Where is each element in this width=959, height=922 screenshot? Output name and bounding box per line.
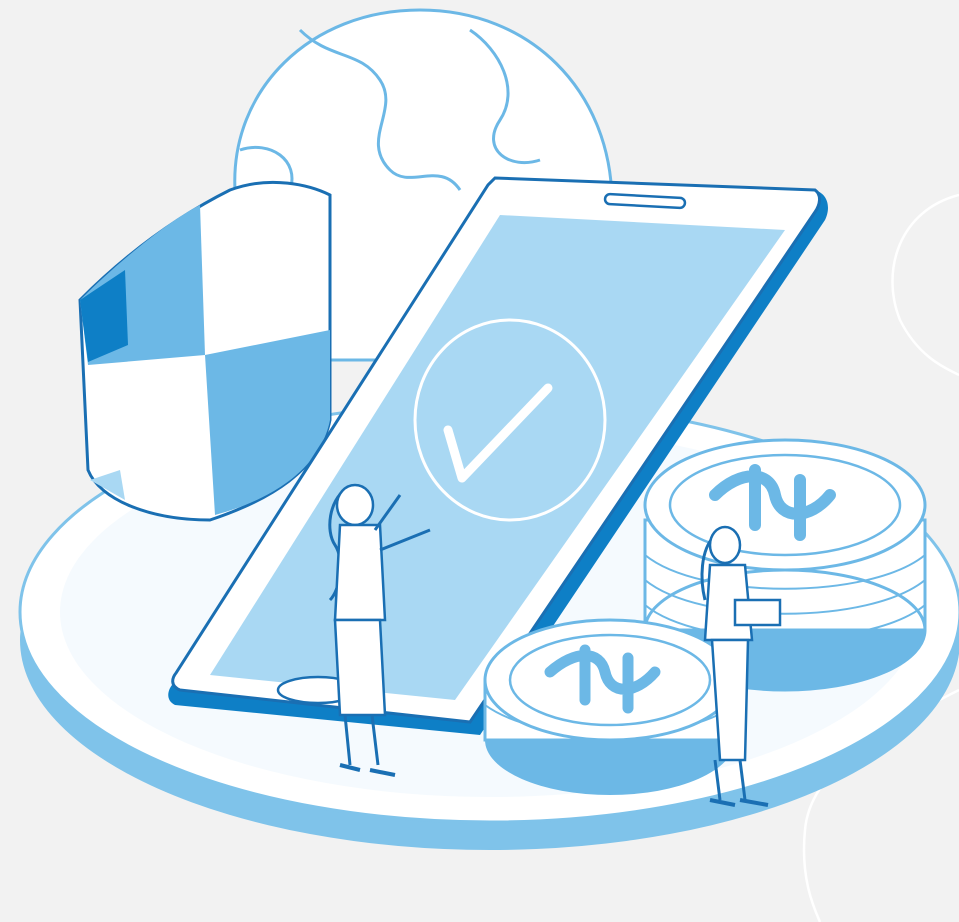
illustration-stage — [0, 0, 959, 922]
laptop — [733, 598, 782, 627]
security-payment-illustration — [18, 8, 959, 922]
coin-stack-small — [483, 618, 737, 795]
decor-curve-top-right — [891, 193, 959, 377]
shield-icon — [78, 180, 332, 522]
